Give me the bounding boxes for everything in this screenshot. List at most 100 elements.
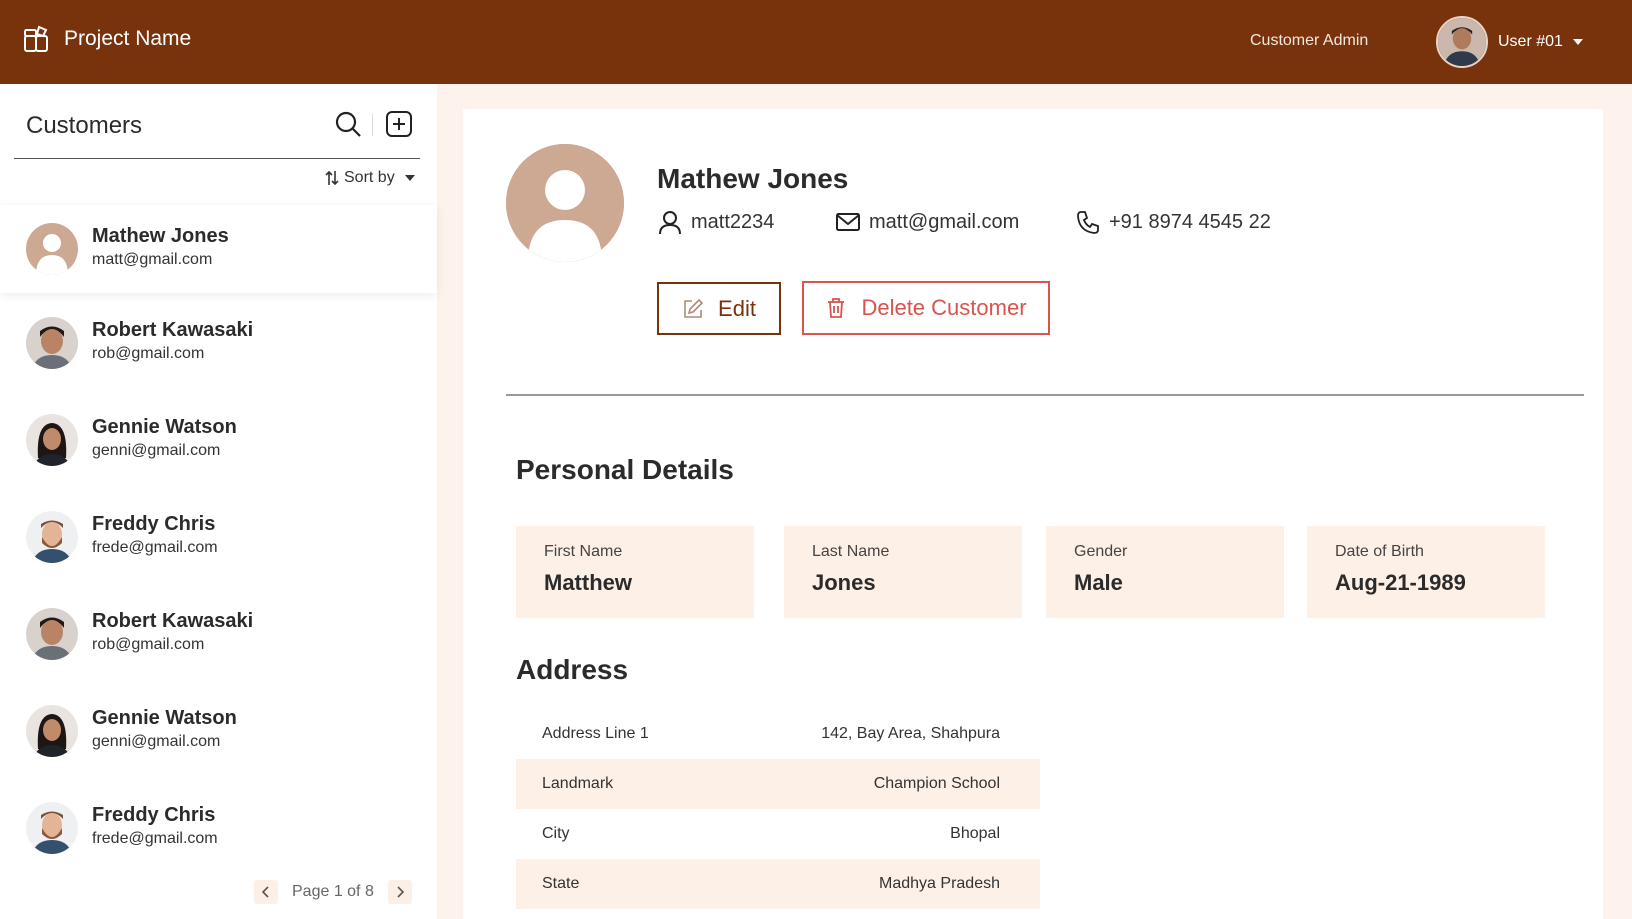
field-value: Matthew [544, 570, 632, 595]
sort-label: Sort by [344, 169, 395, 186]
address-value: Madhya Pradesh [879, 875, 1000, 892]
brand[interactable]: Project Name [22, 24, 191, 54]
field-label: First Name [544, 543, 623, 560]
phone-field: +91 8974 4545 22 [1075, 209, 1271, 235]
customer-detail-panel: Mathew Jones matt2234 matt@gmail.com +91… [463, 109, 1603, 919]
customer-name: Freddy Chris [92, 513, 216, 535]
add-customer-icon[interactable] [385, 110, 413, 138]
address-label: Landmark [542, 775, 614, 792]
avatar [26, 705, 78, 757]
avatar [26, 414, 78, 466]
divider [14, 158, 420, 159]
app-logo-icon [24, 25, 48, 52]
first-name-card: First Name Matthew [516, 526, 754, 618]
customer-name: Freddy Chris [92, 804, 216, 826]
customer-email: rob@gmail.com [92, 636, 205, 653]
customer-name: Gennie Watson [92, 707, 237, 729]
customer-list-item[interactable]: Robert Kawasaki rob@gmail.com [0, 590, 437, 687]
avatar-placeholder-icon [506, 144, 624, 262]
phone: +91 8974 4545 22 [1109, 210, 1271, 233]
customer-name: Robert Kawasaki [92, 610, 254, 632]
address-row: Landmark Champion School [516, 759, 1040, 809]
customer-list-item[interactable]: Gennie Watson genni@gmail.com [0, 687, 437, 784]
field-value: Jones [812, 570, 876, 595]
personal-details-title: Personal Details [516, 454, 734, 485]
divider [372, 114, 373, 136]
customer-list-item[interactable]: Mathew Jones matt@gmail.com [0, 205, 437, 293]
customer-email: frede@gmail.com [92, 830, 218, 847]
customer-email: frede@gmail.com [92, 539, 218, 556]
mail-icon [836, 213, 860, 231]
customer-list-item[interactable]: Robert Kawasaki rob@gmail.com [0, 299, 437, 396]
email: matt@gmail.com [869, 210, 1020, 233]
field-value: Male [1074, 570, 1123, 595]
customer-email: genni@gmail.com [92, 442, 221, 459]
address-label: State [542, 875, 580, 892]
address-row: Address Line 1 142, Bay Area, Shahpura [516, 709, 1040, 759]
gender-card: Gender Male [1046, 526, 1284, 618]
username-field: matt2234 [657, 209, 774, 235]
top-bar: Project Name Customer Admin User #01 [0, 0, 1632, 84]
prev-page-button[interactable] [254, 880, 278, 904]
customer-email: matt@gmail.com [92, 251, 213, 268]
page-indicator: Page 1 of 8 [292, 883, 374, 900]
address-label: Address Line 1 [542, 725, 649, 742]
sidebar-title: Customers [26, 112, 143, 139]
customer-name-heading: Mathew Jones [657, 163, 849, 194]
address-row: State Madhya Pradesh [516, 859, 1040, 909]
sort-by-dropdown[interactable]: Sort by [324, 169, 415, 187]
avatar [26, 608, 78, 660]
email-field: matt@gmail.com [835, 209, 1019, 235]
customer-list-item[interactable]: Freddy Chris frede@gmail.com [0, 784, 437, 881]
user-avatar [1436, 16, 1488, 68]
customer-sidebar: Customers Sort by Mathew Jones matt@gmai… [0, 84, 437, 919]
customer-list-item[interactable]: Gennie Watson genni@gmail.com [0, 396, 437, 493]
address-value: Bhopal [950, 825, 1000, 842]
trash-icon [828, 298, 845, 318]
customer-email: genni@gmail.com [92, 733, 221, 750]
field-label: Gender [1074, 543, 1128, 560]
chevron-down-icon [1572, 39, 1583, 45]
user-menu[interactable]: User #01 [1436, 16, 1583, 68]
last-name-card: Last Name Jones [784, 526, 1022, 618]
chevron-right-icon [397, 886, 404, 898]
divider [506, 394, 1584, 396]
phone-icon [1077, 211, 1099, 234]
pagination: Page 1 of 8 [254, 880, 412, 904]
username: matt2234 [691, 210, 775, 233]
address-label: City [542, 825, 570, 842]
search-icon[interactable] [334, 110, 362, 138]
customer-name: Robert Kawasaki [92, 319, 254, 341]
project-name: Project Name [64, 27, 192, 50]
user-icon [659, 211, 681, 235]
date-of-birth-card: Date of Birth Aug-21-1989 [1307, 526, 1545, 618]
avatar [26, 317, 78, 369]
field-value: Aug-21-1989 [1335, 570, 1466, 595]
address-value: Champion School [873, 775, 1000, 792]
address-value: 142, Bay Area, Shahpura [821, 725, 1000, 742]
chevron-down-icon [404, 175, 415, 181]
chevron-left-icon [261, 886, 269, 898]
next-page-button[interactable] [387, 880, 412, 904]
sort-icon [325, 170, 339, 186]
customer-name: Gennie Watson [92, 416, 237, 438]
edit-label: Edit [718, 295, 756, 321]
avatar-placeholder-icon [26, 223, 78, 275]
delete-customer-button[interactable]: Delete Customer [802, 281, 1050, 335]
address-table: Address Line 1 142, Bay Area, Shahpura L… [516, 709, 1040, 909]
customer-email: rob@gmail.com [92, 345, 205, 362]
customer-name: Mathew Jones [92, 225, 229, 247]
avatar [26, 802, 78, 854]
address-row: City Bhopal [516, 809, 1040, 859]
avatar [26, 511, 78, 563]
delete-label: Delete Customer [861, 295, 1027, 320]
address-title: Address [516, 654, 629, 685]
field-label: Last Name [812, 543, 890, 560]
user-name: User #01 [1498, 33, 1563, 50]
customer-list: Mathew Jones matt@gmail.com Robert Kawas… [0, 205, 437, 881]
edit-button[interactable]: Edit [657, 282, 781, 335]
customer-list-item[interactable]: Freddy Chris frede@gmail.com [0, 493, 437, 590]
role-label: Customer Admin [1250, 32, 1369, 49]
field-label: Date of Birth [1335, 543, 1424, 560]
edit-icon [684, 298, 704, 318]
